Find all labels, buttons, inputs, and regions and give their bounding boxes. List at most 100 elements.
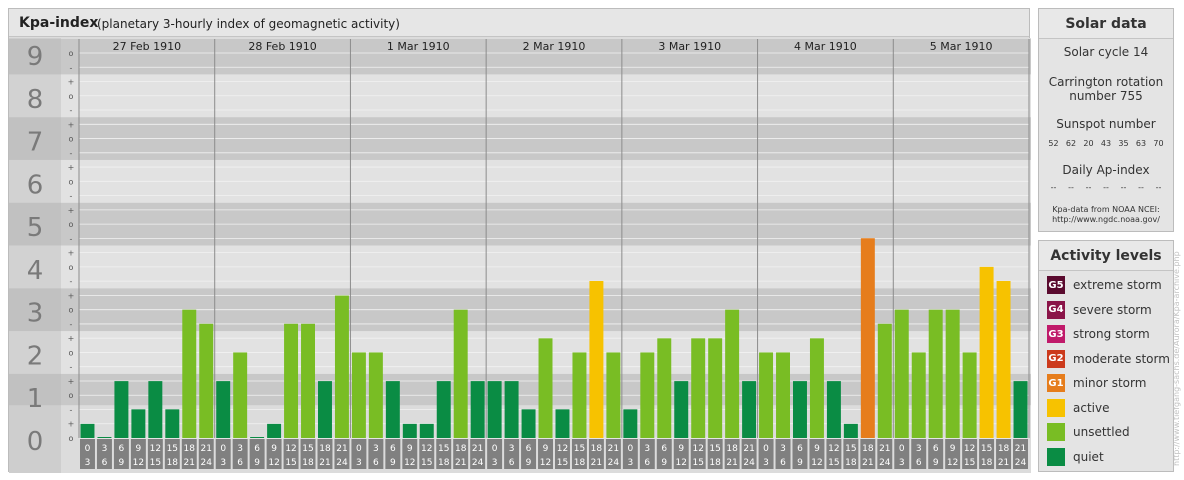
x-tick-end: 15 xyxy=(150,458,161,468)
x-tick-start: 6 xyxy=(661,444,667,454)
x-tick-start: 21 xyxy=(743,444,754,454)
legend-swatch: G3 xyxy=(1047,325,1065,343)
x-tick-start: 21 xyxy=(201,444,212,454)
x-tick-end: 15 xyxy=(421,458,432,468)
x-tick-start: 3 xyxy=(373,444,379,454)
ap-index-value: -- xyxy=(1138,183,1144,192)
x-tick-start: 15 xyxy=(302,444,313,454)
x-tick-end: 24 xyxy=(472,458,484,468)
kp-bar xyxy=(911,352,926,438)
x-tick-start: 6 xyxy=(254,444,260,454)
x-tick-end: 18 xyxy=(574,458,586,468)
x-tick-start: 12 xyxy=(421,444,432,454)
kp-bar xyxy=(419,423,434,438)
legend-item: quiet xyxy=(1047,447,1104,467)
legend-label: quiet xyxy=(1073,449,1104,464)
x-tick-end: 18 xyxy=(167,458,179,468)
source-line-1: Kpa-data from NOAA NCEI: xyxy=(1052,205,1160,214)
kp-bar xyxy=(233,352,248,438)
x-tick-end: 6 xyxy=(237,458,243,468)
day-label: 3 Mar 1910 xyxy=(658,40,721,53)
x-tick-start: 3 xyxy=(644,444,650,454)
y-minor-tick: - xyxy=(70,320,73,329)
ap-index-value: -- xyxy=(1068,183,1074,192)
kp-bar xyxy=(809,338,824,438)
carrington-line-2: number 755 xyxy=(1069,89,1143,103)
x-tick-end: 6 xyxy=(916,458,922,468)
y-minor-tick: + xyxy=(68,249,75,258)
x-tick-start: 15 xyxy=(981,444,992,454)
kp-bar xyxy=(725,309,740,438)
kp-bar xyxy=(368,352,383,438)
y-tick-label: 3 xyxy=(27,299,44,329)
x-tick-start: 12 xyxy=(964,444,975,454)
y-minor-tick: - xyxy=(70,234,73,243)
activity-levels-heading: Activity levels xyxy=(1039,241,1173,271)
y-minor-tick: - xyxy=(70,149,73,158)
x-tick-start: 18 xyxy=(591,444,603,454)
x-tick-start: 12 xyxy=(285,444,296,454)
x-tick-end: 3 xyxy=(220,458,226,468)
kp-bar xyxy=(148,381,163,438)
kpa-bar-chart: 0123456789o+-o+-o+-o+-o+-o+-o+-o+-o+-o27… xyxy=(9,38,1031,473)
kp-bar xyxy=(538,338,553,438)
x-tick-end: 21 xyxy=(184,458,195,468)
x-tick-end: 9 xyxy=(661,458,667,468)
sunspot-value: 63 xyxy=(1135,139,1147,148)
x-tick-end: 18 xyxy=(438,458,450,468)
carrington-line-1: Carrington rotation xyxy=(1048,75,1164,89)
y-minor-tick: + xyxy=(68,163,75,172)
y-minor-tick: - xyxy=(70,192,73,201)
x-tick-end: 21 xyxy=(319,458,330,468)
x-tick-end: 6 xyxy=(644,458,650,468)
kp-bar xyxy=(843,423,858,438)
x-tick-start: 15 xyxy=(574,444,585,454)
x-tick-end: 9 xyxy=(390,458,396,468)
legend-swatch: G1 xyxy=(1047,374,1065,392)
x-tick-start: 15 xyxy=(845,444,856,454)
x-tick-start: 21 xyxy=(1015,444,1026,454)
x-tick-start: 21 xyxy=(472,444,483,454)
x-tick-start: 3 xyxy=(237,444,243,454)
x-tick-end: 3 xyxy=(356,458,362,468)
kp-bar xyxy=(165,409,180,438)
x-tick-end: 6 xyxy=(373,458,379,468)
kp-bar xyxy=(131,409,146,438)
ap-index-value: -- xyxy=(1050,183,1057,192)
x-tick-end: 12 xyxy=(133,458,144,468)
kp-bar xyxy=(318,381,332,438)
legend-swatch: G4 xyxy=(1047,300,1065,319)
y-tick-label: 1 xyxy=(27,384,44,414)
x-tick-start: 0 xyxy=(85,444,91,454)
x-tick-start: 18 xyxy=(726,444,738,454)
kp-bar xyxy=(793,381,807,438)
kp-bar xyxy=(250,437,265,438)
sunspot-value: 62 xyxy=(1065,139,1077,148)
x-tick-end: 12 xyxy=(947,458,958,468)
x-tick-end: 18 xyxy=(981,458,993,468)
x-tick-start: 0 xyxy=(492,444,498,454)
legend-label: active xyxy=(1073,400,1110,415)
x-tick-start: 18 xyxy=(862,444,874,454)
day-label: 4 Mar 1910 xyxy=(794,40,857,53)
x-tick-end: 9 xyxy=(119,458,125,468)
kp-bar xyxy=(97,437,112,438)
source-watermark: http://www.tiefgang-sachs.de/Aurora/Kpa-… xyxy=(1172,251,1181,466)
y-tick-label: 4 xyxy=(27,256,44,286)
x-tick-start: 3 xyxy=(780,444,786,454)
kp-bar xyxy=(742,381,757,438)
x-tick-start: 6 xyxy=(526,444,532,454)
x-tick-end: 9 xyxy=(933,458,939,468)
x-tick-end: 3 xyxy=(492,458,498,468)
y-tick-label: 7 xyxy=(27,128,44,158)
x-tick-start: 18 xyxy=(998,444,1010,454)
x-tick-start: 15 xyxy=(438,444,449,454)
kp-bar xyxy=(402,423,417,438)
kp-bar xyxy=(182,309,197,438)
x-tick-end: 3 xyxy=(85,458,91,468)
kp-bar xyxy=(657,338,672,438)
x-tick-end: 18 xyxy=(845,458,857,468)
y-minor-tick: o xyxy=(69,220,74,229)
x-tick-end: 6 xyxy=(780,458,786,468)
x-tick-end: 24 xyxy=(743,458,755,468)
